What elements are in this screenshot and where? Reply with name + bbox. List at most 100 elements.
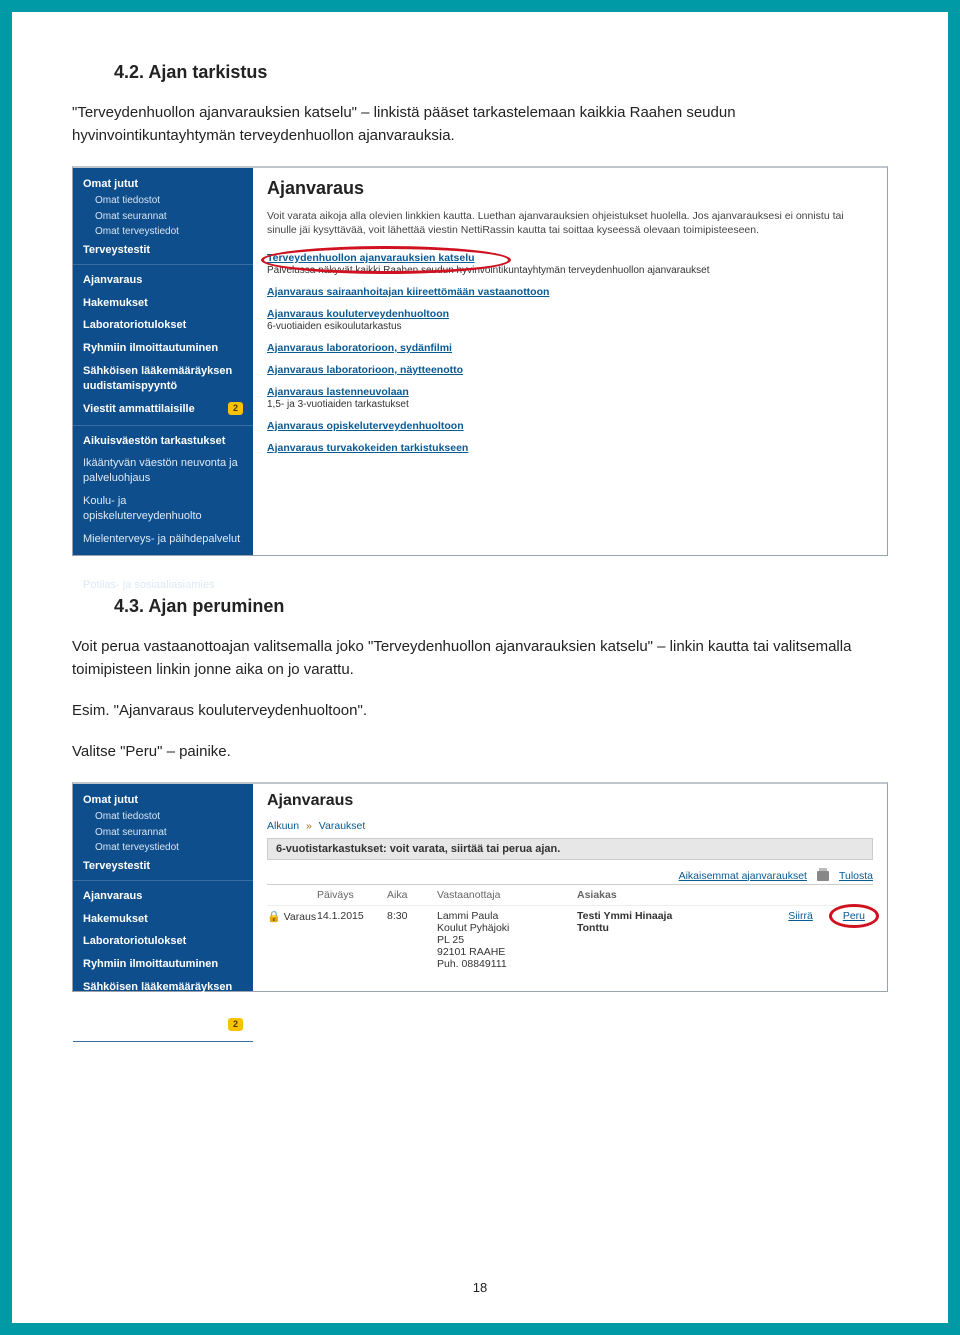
link-label[interactable]: Ajanvaraus kouluterveydenhuoltoon	[267, 308, 449, 320]
action-siirra[interactable]: Siirrä	[788, 910, 813, 922]
sidebar-divider	[73, 1041, 253, 1042]
sidebar-viestit[interactable]: Viestit ammattilaisille 2	[73, 1014, 253, 1037]
sidebar-terveystestit[interactable]: Terveystestit	[73, 856, 253, 876]
sidebar-ajanvaraus[interactable]: Ajanvaraus	[73, 885, 253, 908]
sidebar-koulu[interactable]: Koulu- ja opiskeluterveydenhuolto	[73, 490, 253, 528]
link-label[interactable]: Ajanvaraus laboratorioon, näytteenotto	[267, 364, 463, 376]
sidebar-omat-terveystiedot[interactable]: Omat terveystiedot	[73, 224, 253, 240]
row-actions: Siirrä Peru	[697, 910, 873, 970]
sidebar-terveystestit[interactable]: Terveystestit	[73, 240, 253, 260]
sidebar-ikaantyvan[interactable]: Ikääntyvän väestön neuvonta ja palveluoh…	[73, 452, 253, 490]
main-title-1: Ajanvaraus	[267, 178, 873, 199]
sidebar-viestit-label: Viestit ammattilaisille	[83, 403, 195, 415]
sidebar-omat-tiedostot[interactable]: Omat tiedostot	[73, 193, 253, 209]
hdr-aika: Aika	[387, 889, 437, 901]
sidebar-ryhmiin-ilmoittautuminen[interactable]: Ryhmiin ilmoittautuminen	[73, 953, 253, 976]
sidebar-mielenterveys[interactable]: Mielenterveys- ja päihdepalvelut	[73, 528, 253, 551]
sidebar-hakemukset[interactable]: Hakemukset	[73, 908, 253, 931]
link-kouluterveys[interactable]: Ajanvaraus kouluterveydenhuoltoon 6-vuot…	[267, 308, 873, 332]
link-opiskeluterveys[interactable]: Ajanvaraus opiskeluterveydenhuoltoon	[267, 420, 873, 432]
screenshot-2: Omat jutut Omat tiedostot Omat seurannat…	[72, 782, 888, 992]
table-header: Päiväys Aika Vastaanottaja Asiakas	[267, 885, 873, 906]
sidebar-divider	[73, 264, 253, 265]
para-4-2: "Terveydenhuollon ajanvarauksien katselu…	[72, 101, 888, 148]
link-lab-sydanfilmi[interactable]: Ajanvaraus laboratorioon, sydänfilmi	[267, 342, 873, 354]
hdr-spacer	[267, 889, 317, 901]
sidebar-hakemukset[interactable]: Hakemukset	[73, 292, 253, 315]
heading-4-3: 4.3. Ajan peruminen	[114, 596, 888, 617]
print-icon[interactable]	[817, 871, 829, 881]
row-receiver: Lammi Paula Koulut Pyhäjoki PL 25 92101 …	[437, 910, 577, 970]
link-aikaisemmat[interactable]: Aikaisemmat ajanvaraukset	[679, 870, 807, 882]
sidebar-divider	[73, 425, 253, 426]
hdr-paivays: Päiväys	[317, 889, 387, 901]
sidebar-omat-terveystiedot[interactable]: Omat terveystiedot	[73, 840, 253, 856]
main-panel-1: Ajanvaraus Voit varata aikoja alla olevi…	[253, 168, 887, 555]
banner: 6-vuotistarkastukset: voit varata, siirt…	[267, 838, 873, 860]
row-type: 🔒 Varaus	[267, 910, 317, 970]
sidebar-aikuisvaston[interactable]: Aikuisväestön tarkastukset	[73, 430, 253, 453]
link-sairaanhoitaja[interactable]: Ajanvaraus sairaanhoitajan kiireettömään…	[267, 286, 873, 298]
lock-icon: 🔒	[267, 911, 281, 923]
para-4-3-2: Esim. "Ajanvaraus kouluterveydenhuoltoon…	[72, 699, 888, 722]
top-row: Aikaisemmat ajanvaraukset Tulosta	[267, 870, 873, 882]
sidebar-neuvolat[interactable]: Neuvolat	[73, 551, 253, 574]
hdr-actions	[697, 889, 873, 901]
link-desc: 6-vuotiaiden esikoulutarkastus	[267, 321, 873, 332]
link-label[interactable]: Ajanvaraus sairaanhoitajan kiireettömään…	[267, 286, 549, 298]
sidebar-ryhmiin-ilmoittautuminen[interactable]: Ryhmiin ilmoittautuminen	[73, 337, 253, 360]
link-label[interactable]: Ajanvaraus turvakokeiden tarkistukseen	[267, 442, 468, 454]
sidebar-omat-seurannat[interactable]: Omat seurannat	[73, 825, 253, 841]
link-turvakokeet[interactable]: Ajanvaraus turvakokeiden tarkistukseen	[267, 442, 873, 454]
para-4-3-1: Voit perua vastaanottoajan valitsemalla …	[72, 635, 888, 682]
breadcrumb: Alkuun » Varaukset	[267, 820, 873, 832]
link-tulosta[interactable]: Tulosta	[839, 870, 873, 882]
row-type-label: Varaus	[284, 911, 317, 923]
link-label[interactable]: Ajanvaraus opiskeluterveydenhuoltoon	[267, 420, 464, 432]
link-desc: 1,5- ja 3-vuotiaiden tarkastukset	[267, 399, 873, 410]
sidebar-ajanvaraus[interactable]: Ajanvaraus	[73, 269, 253, 292]
intro-text: Voit varata aikoja alla olevien linkkien…	[267, 209, 873, 238]
sidebar-viestit-badge: 2	[228, 402, 243, 415]
sidebar-laboratoriotulokset[interactable]: Laboratoriotulokset	[73, 930, 253, 953]
sidebar-divider	[73, 880, 253, 881]
hdr-asiakas: Asiakas	[577, 889, 697, 901]
hdr-vastaanottaja: Vastaanottaja	[437, 889, 577, 901]
sidebar-omat-tiedostot[interactable]: Omat tiedostot	[73, 809, 253, 825]
link-lastenneuvola[interactable]: Ajanvaraus lastenneuvolaan 1,5- ja 3-vuo…	[267, 386, 873, 410]
action-peru[interactable]: Peru	[843, 910, 865, 922]
page-frame: 4.2. Ajan tarkistus "Terveydenhuollon aj…	[0, 0, 960, 1335]
link-label[interactable]: Ajanvaraus laboratorioon, sydänfilmi	[267, 342, 452, 354]
reservation-table: Päiväys Aika Vastaanottaja Asiakas 🔒 Var…	[267, 884, 873, 974]
sidebar-omat-jutut[interactable]: Omat jutut	[73, 174, 253, 194]
link-label[interactable]: Ajanvaraus lastenneuvolaan	[267, 386, 409, 398]
main-panel-2: Ajanvaraus Alkuun » Varaukset 6-vuotista…	[253, 784, 887, 991]
sidebar-1: Omat jutut Omat tiedostot Omat seurannat…	[73, 168, 253, 555]
sidebar-laboratoriotulokset[interactable]: Laboratoriotulokset	[73, 314, 253, 337]
row-date: 14.1.2015	[317, 910, 387, 970]
sidebar-aikuisvaston[interactable]: Aikuisväestön tarkastukset	[73, 1046, 253, 1069]
sidebar-sahkoisen[interactable]: Sähköisen lääkemääräyksen uudistamispyyn…	[73, 976, 253, 1014]
page-number: 18	[12, 1280, 948, 1295]
sidebar-viestit-badge: 2	[228, 1018, 243, 1031]
sidebar-viestit-label: Viestit ammattilaisille	[83, 1019, 195, 1031]
sidebar-2: Omat jutut Omat tiedostot Omat seurannat…	[73, 784, 253, 991]
sidebar-potilas[interactable]: Potilas- ja sosiaaliasiamies	[73, 574, 253, 597]
para-4-3-3: Valitse "Peru" – painike.	[72, 740, 888, 763]
sidebar-omat-jutut[interactable]: Omat jutut	[73, 790, 253, 810]
sidebar-sahkoisen[interactable]: Sähköisen lääkemääräyksen uudistamispyyn…	[73, 360, 253, 398]
heading-4-2: 4.2. Ajan tarkistus	[114, 62, 888, 83]
table-row: 🔒 Varaus 14.1.2015 8:30 Lammi Paula Koul…	[267, 906, 873, 974]
row-time: 8:30	[387, 910, 437, 970]
bc-alkuun[interactable]: Alkuun	[267, 820, 299, 832]
link-katselu[interactable]: Terveydenhuollon ajanvarauksien katselu …	[267, 252, 873, 276]
bc-sep: »	[302, 820, 316, 832]
page-content: 4.2. Ajan tarkistus "Terveydenhuollon aj…	[12, 12, 948, 1062]
row-client: Testi Ymmi Hinaaja Tonttu	[577, 910, 697, 970]
screenshot-1: Omat jutut Omat tiedostot Omat seurannat…	[72, 166, 888, 556]
action-peru-wrap: Peru	[843, 910, 873, 922]
sidebar-omat-seurannat[interactable]: Omat seurannat	[73, 209, 253, 225]
link-lab-naytteenotto[interactable]: Ajanvaraus laboratorioon, näytteenotto	[267, 364, 873, 376]
sidebar-viestit[interactable]: Viestit ammattilaisille 2	[73, 398, 253, 421]
link-label[interactable]: Terveydenhuollon ajanvarauksien katselu	[267, 252, 475, 264]
